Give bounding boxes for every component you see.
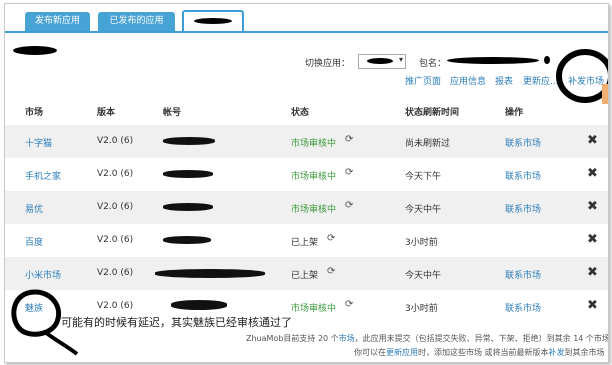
app-select[interactable]: ▾ <box>358 54 406 69</box>
col-header-status: 状态 <box>291 108 310 118</box>
account-redacted <box>163 236 211 244</box>
col-header-market: 市场 <box>25 108 44 118</box>
refresh-time: 今天中午 <box>405 205 442 215</box>
footer-line-1: ZhuaMob目前支持 20 个市场，此应用未提交（包括提交失败、异常、下架、拒… <box>246 333 609 344</box>
delete-icon[interactable]: ✖ <box>587 298 598 313</box>
refresh-time: 3小时前 <box>405 238 438 248</box>
redaction-mark <box>544 56 550 64</box>
status-text: 市场审核中 <box>291 172 337 182</box>
package-label: 包名： <box>419 59 447 69</box>
market-link[interactable]: 百度 <box>25 235 43 248</box>
delete-icon[interactable]: ✖ <box>587 232 598 247</box>
account-redacted <box>163 137 215 145</box>
version-text: V2.0 (6) <box>97 136 134 146</box>
redaction-mark <box>194 18 232 24</box>
delete-icon[interactable]: ✖ <box>587 265 598 280</box>
status-text: 市场审核中 <box>291 205 337 215</box>
footer-text: 时，添加这些市场 或将当前最新版本 <box>418 348 549 357</box>
version-text: V2.0 (6) <box>97 169 134 179</box>
promo-page-link[interactable]: 推广页面 <box>405 74 441 87</box>
markets-link[interactable]: 市场 <box>339 334 355 343</box>
switch-app-label: 切换应用： <box>305 59 351 69</box>
footer-text: ，此应用未提交（包括提交失败、异常、下架、拒绝）到其余 14 个市场 <box>354 334 609 343</box>
delete-icon[interactable]: ✖ <box>587 166 598 181</box>
contact-market-link[interactable]: 联系市场 <box>505 301 541 314</box>
app-info-link[interactable]: 应用信息 <box>450 74 486 87</box>
status-text: 已上架 <box>291 271 319 281</box>
market-link[interactable]: 手机之家 <box>25 169 61 182</box>
contact-market-link[interactable]: 联系市场 <box>505 169 541 182</box>
tab-published[interactable]: 已发布的应用 <box>98 12 175 31</box>
chevron-down-icon: ▾ <box>398 55 403 64</box>
refresh-time: 今天中午 <box>405 271 442 281</box>
contact-market-link[interactable]: 联系市场 <box>505 136 541 149</box>
account-redacted <box>155 269 265 278</box>
col-header-version: 版本 <box>97 108 116 118</box>
table-row: 小米市场 V2.0 (6) 已上架 ⟳ 今天中午 联系市场 ✖ <box>5 257 608 290</box>
delete-icon[interactable]: ✖ <box>587 133 598 148</box>
hand-drawn-circle <box>11 289 79 356</box>
table-row: 十字猫 V2.0 (6) 市场审核中 ⟳ 尚未刷新过 联系市场 ✖ <box>5 125 608 158</box>
refresh-time: 3小时前 <box>405 304 438 314</box>
refresh-time: 今天下午 <box>405 172 442 182</box>
version-text: V2.0 (6) <box>97 202 134 212</box>
refresh-icon[interactable]: ⟳ <box>345 299 353 310</box>
market-link[interactable]: 易优 <box>25 202 43 215</box>
update-app-footer-link[interactable]: 更新应用 <box>386 348 418 357</box>
version-text: V2.0 (6) <box>97 235 134 245</box>
resend-footer-link[interactable]: 补发 <box>549 348 565 357</box>
account-redacted <box>171 300 227 310</box>
status-text: 已上架 <box>291 238 319 248</box>
footer-text: 你可以在 <box>354 348 386 357</box>
tab-bar: 发布新应用 已发布的应用 <box>5 4 608 33</box>
refresh-icon[interactable]: ⟳ <box>327 266 335 277</box>
version-text: V2.0 (6) <box>97 268 134 278</box>
delete-icon[interactable]: ✖ <box>587 199 598 214</box>
app-title-redacted <box>13 46 57 55</box>
col-header-action: 操作 <box>505 108 524 118</box>
account-redacted <box>163 203 213 211</box>
footer-text: ZhuaMob目前支持 20 个 <box>246 334 339 343</box>
refresh-icon[interactable]: ⟳ <box>327 233 335 244</box>
account-redacted <box>163 170 213 178</box>
refresh-icon[interactable]: ⟳ <box>345 200 353 211</box>
col-header-refresh-time: 状态刷新时间 <box>405 108 460 118</box>
redaction-mark <box>367 58 393 64</box>
report-link[interactable]: 报表 <box>495 74 513 87</box>
table-row: 手机之家 V2.0 (6) 市场审核中 ⟳ 今天下午 联系市场 ✖ <box>5 158 608 191</box>
market-link[interactable]: 十字猫 <box>25 136 52 149</box>
version-text: V2.0 (6) <box>97 301 134 311</box>
app-window: 发布新应用 已发布的应用 切换应用： ▾ 包名： 推广页面 应用信息 报表 更新… <box>4 3 609 363</box>
tab-current[interactable] <box>182 10 244 31</box>
hand-drawn-circle <box>556 49 608 103</box>
tab-publish-new[interactable]: 发布新应用 <box>25 12 90 31</box>
contact-market-link[interactable]: 联系市场 <box>505 268 541 281</box>
table-row: 百度 V2.0 (6) 已上架 ⟳ 3小时前 ✖ <box>5 224 608 257</box>
refresh-icon[interactable]: ⟳ <box>345 134 353 145</box>
package-name-redacted <box>447 57 539 64</box>
footer-line-2: 你可以在更新应用时，添加这些市场 或将当前最新版本补发到其余市场 <box>354 347 605 358</box>
footer-text: 到其余市场 <box>564 348 605 357</box>
handwritten-note: 可能有的时候有延迟，其实魅族已经审核通过了 <box>61 316 292 329</box>
market-link[interactable]: 小米市场 <box>25 268 61 281</box>
refresh-time: 尚未刷新过 <box>405 139 451 149</box>
col-header-account: 帐号 <box>163 108 182 118</box>
contact-market-link[interactable]: 联系市场 <box>505 202 541 215</box>
refresh-icon[interactable]: ⟳ <box>345 167 353 178</box>
scrollbar-thumb[interactable] <box>602 84 608 104</box>
status-text: 市场审核中 <box>291 304 337 314</box>
status-text: 市场审核中 <box>291 139 337 149</box>
table-row: 易优 V2.0 (6) 市场审核中 ⟳ 今天中午 联系市场 ✖ <box>5 191 608 224</box>
